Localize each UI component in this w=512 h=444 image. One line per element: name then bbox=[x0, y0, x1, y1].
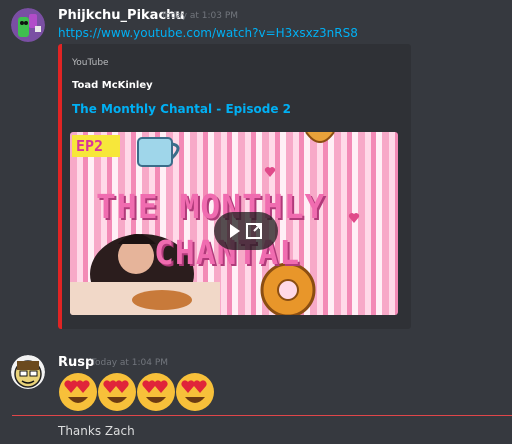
external-link-icon bbox=[246, 223, 262, 239]
timestamp: Today at 1:03 PM bbox=[161, 11, 239, 21]
embed-author[interactable]: Toad McKinley bbox=[72, 80, 153, 91]
embed-provider[interactable]: YouTube bbox=[72, 58, 109, 68]
thumbnail-headline-line1: THE MONTHLY bbox=[96, 187, 326, 226]
embed-accent-bar bbox=[58, 44, 62, 329]
heart-eyes-emoji bbox=[98, 373, 136, 411]
play-icon bbox=[230, 224, 240, 238]
username[interactable]: Rusp bbox=[58, 355, 94, 370]
embed-title[interactable]: The Monthly Chantal - Episode 2 bbox=[72, 102, 291, 116]
message-link[interactable]: https://www.youtube.com/watch?v=H3xsxz3n… bbox=[58, 26, 358, 40]
episode-badge: EP2 bbox=[76, 137, 104, 155]
user-avatar[interactable] bbox=[11, 355, 45, 389]
new-messages-divider bbox=[12, 415, 512, 416]
play-button[interactable] bbox=[214, 212, 278, 250]
video-thumbnail[interactable]: EP2 THE MONTHLY CHANTAL bbox=[70, 132, 398, 315]
user-avatar[interactable] bbox=[11, 8, 45, 42]
heart-eyes-emoji bbox=[137, 373, 175, 411]
video-embed: YouTube Toad McKinley The Monthly Chanta… bbox=[58, 44, 411, 329]
heart-eyes-emoji bbox=[176, 373, 214, 411]
message-text: Thanks Zach bbox=[58, 424, 135, 438]
timestamp: Today at 1:04 PM bbox=[91, 358, 169, 368]
heart-eyes-emoji bbox=[59, 373, 97, 411]
